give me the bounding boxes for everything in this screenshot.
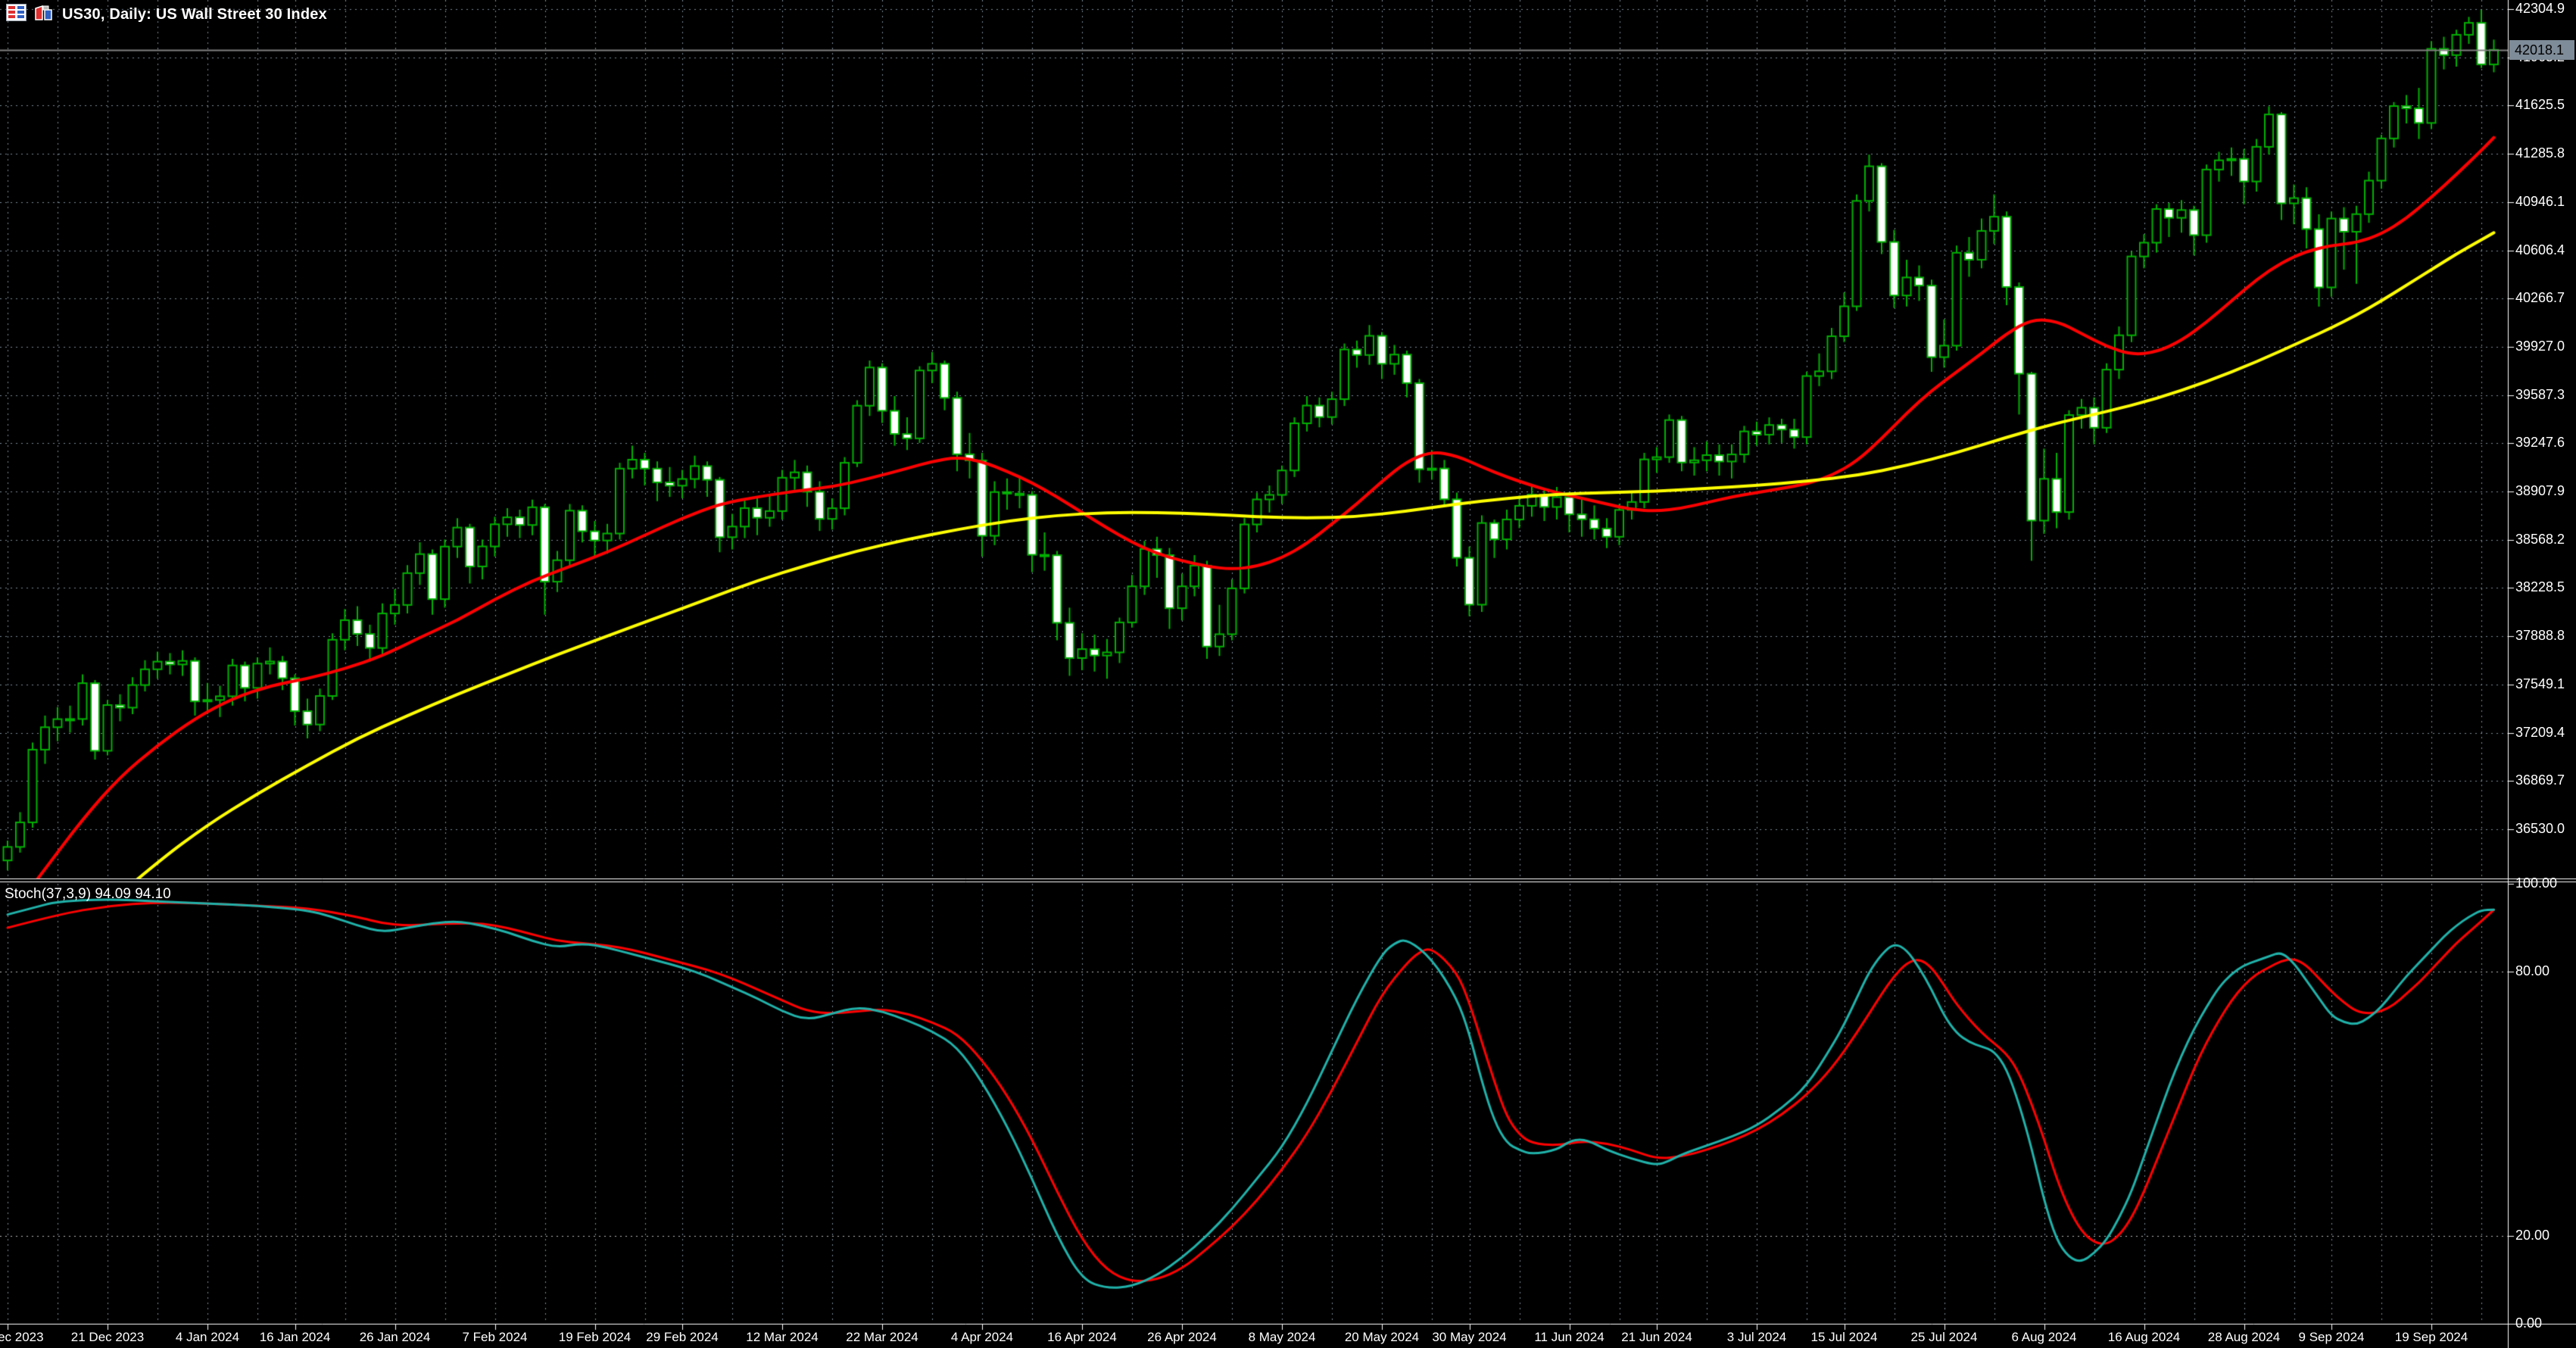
date-axis-label: 11 Dec 2023 bbox=[0, 1330, 44, 1344]
price-axis-label: 37888.8 bbox=[2515, 628, 2565, 644]
date-axis-label: 8 May 2024 bbox=[1248, 1330, 1316, 1344]
price-chart-canvas[interactable] bbox=[0, 0, 2576, 1348]
price-axis-label: 37209.4 bbox=[2515, 724, 2565, 740]
stoch-axis-label: 80.00 bbox=[2515, 963, 2550, 979]
date-axis-label: 6 Aug 2024 bbox=[2011, 1330, 2077, 1344]
date-axis-label: 12 Mar 2024 bbox=[746, 1330, 819, 1344]
price-axis-label: 36869.7 bbox=[2515, 772, 2565, 788]
date-axis-label: 30 May 2024 bbox=[1432, 1330, 1507, 1344]
price-axis-label: 42304.9 bbox=[2515, 1, 2565, 16]
date-axis-label: 4 Apr 2024 bbox=[950, 1330, 1014, 1344]
price-axis-label: 38907.9 bbox=[2515, 483, 2565, 498]
chart-title: US30, Daily: US Wall Street 30 Index bbox=[62, 5, 327, 23]
stoch-axis-label: 100.00 bbox=[2515, 875, 2558, 891]
price-axis-label: 40606.4 bbox=[2515, 242, 2565, 257]
price-axis-label: 41285.8 bbox=[2515, 145, 2565, 161]
current-price-box: 42018.1 bbox=[2509, 39, 2574, 60]
stochastic-main-value: 94.09 bbox=[95, 886, 131, 902]
price-axis-label: 39927.0 bbox=[2515, 338, 2565, 354]
date-axis-label: 4 Jan 2024 bbox=[175, 1330, 240, 1344]
date-axis-label: 16 Jan 2024 bbox=[259, 1330, 331, 1344]
price-axis-label: 40946.1 bbox=[2515, 193, 2565, 209]
price-axis-label: 41625.5 bbox=[2515, 97, 2565, 113]
date-axis-label: 28 Aug 2024 bbox=[2207, 1330, 2281, 1344]
price-axis-label: 36530.0 bbox=[2515, 820, 2565, 836]
date-axis-label: 21 Jun 2024 bbox=[1621, 1330, 1692, 1344]
date-axis-label: 19 Feb 2024 bbox=[558, 1330, 632, 1344]
bar-chart-icon bbox=[34, 4, 55, 25]
price-axis-label: 38228.5 bbox=[2515, 579, 2565, 595]
date-axis-label: 19 Sep 2024 bbox=[2394, 1330, 2468, 1344]
price-axis[interactable]: 42304.941965.241625.541285.840946.140606… bbox=[2511, 0, 2576, 1348]
chart-list-icon bbox=[6, 4, 27, 25]
date-axis[interactable]: 11 Dec 2023 21 Dec 2023 4 Jan 2024 16 Jan 2… bbox=[0, 1330, 2508, 1348]
date-axis-label: 26 Jan 2024 bbox=[359, 1330, 431, 1344]
date-axis-label: 9 Sep 2024 bbox=[2298, 1330, 2365, 1344]
date-axis-label: 7 Feb 2024 bbox=[462, 1330, 528, 1344]
date-axis-label: 11 Jun 2024 bbox=[1534, 1330, 1605, 1344]
date-axis-label: 3 Jul 2024 bbox=[1726, 1330, 1787, 1344]
date-axis-label: 25 Jul 2024 bbox=[1910, 1330, 1978, 1344]
price-axis-label: 39587.3 bbox=[2515, 386, 2565, 402]
date-axis-label: 29 Feb 2024 bbox=[646, 1330, 719, 1344]
date-axis-label: 26 Apr 2024 bbox=[1147, 1330, 1217, 1344]
date-axis-label: 16 Aug 2024 bbox=[2107, 1330, 2181, 1344]
date-axis-label: 22 Mar 2024 bbox=[846, 1330, 918, 1344]
price-axis-label: 38568.2 bbox=[2515, 531, 2565, 547]
stoch-axis-label: 0.00 bbox=[2515, 1315, 2543, 1331]
stochastic-name: Stoch(37,3,9) bbox=[5, 886, 92, 902]
stochastic-indicator-label: Stoch(37,3,9) 94.09 94.10 bbox=[5, 886, 171, 903]
stochastic-signal-value: 94.10 bbox=[135, 886, 171, 902]
price-axis-label: 37549.1 bbox=[2515, 676, 2565, 691]
chart-title-bar: US30, Daily: US Wall Street 30 Index bbox=[6, 4, 327, 25]
stoch-axis-label: 20.00 bbox=[2515, 1227, 2550, 1243]
mt4-chart-window: US30, Daily: US Wall Street 30 Index Sto… bbox=[0, 0, 2576, 1348]
price-axis-label: 40266.7 bbox=[2515, 290, 2565, 306]
date-axis-label: 20 May 2024 bbox=[1344, 1330, 1420, 1344]
price-axis-label: 39247.6 bbox=[2515, 435, 2565, 451]
date-axis-label: 15 Jul 2024 bbox=[1810, 1330, 1878, 1344]
date-axis-label: 21 Dec 2023 bbox=[70, 1330, 145, 1344]
date-axis-label: 16 Apr 2024 bbox=[1047, 1330, 1117, 1344]
